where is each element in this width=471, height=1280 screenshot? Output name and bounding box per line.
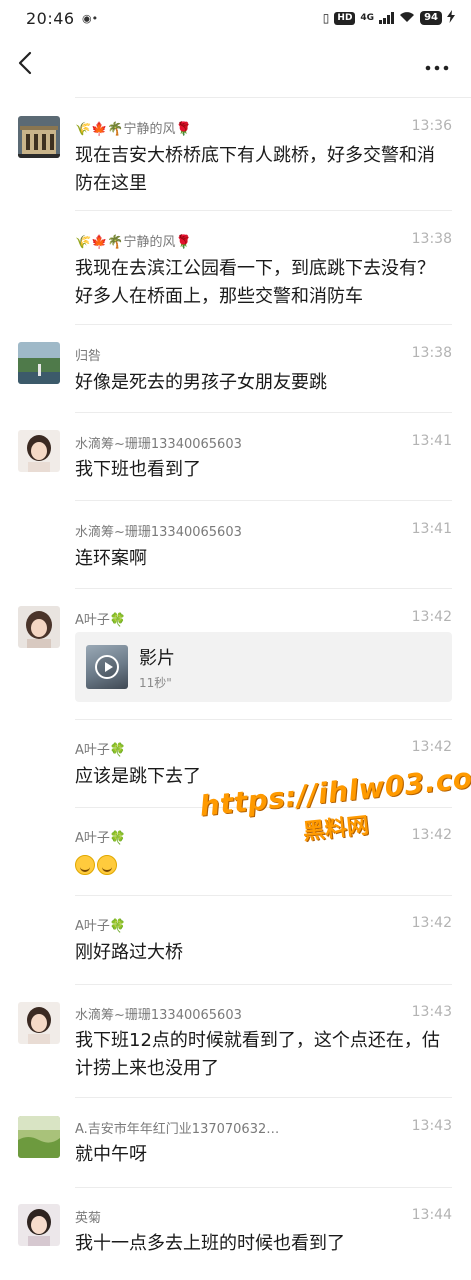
notification-icons: ◉•	[82, 12, 99, 25]
status-bar: 20:46 ◉• ▯ HD 4G 94	[0, 0, 471, 36]
commenter-name[interactable]: 水滴筹~珊珊13340065603	[75, 433, 242, 452]
status-right-group: ▯ HD 4G 94	[323, 10, 455, 26]
commenter-name[interactable]: 🌾🍁🌴宁静的风🌹	[75, 118, 192, 137]
commenter-name[interactable]: 归咎	[75, 345, 101, 364]
comment-time: 13:38	[411, 345, 452, 361]
avatar[interactable]	[18, 1204, 60, 1246]
comment-item[interactable]: 水滴筹~珊珊13340065603 13:41 我下班也看到了	[0, 413, 471, 501]
status-time: 20:46	[26, 9, 75, 28]
comment-time: 13:44	[411, 1207, 452, 1223]
commenter-name[interactable]: A叶子🍀	[75, 739, 126, 758]
comment-item[interactable]: 英菊 13:44 我十一点多去上班的时候也看到了	[0, 1188, 471, 1280]
video-thumbnail[interactable]	[86, 645, 128, 689]
video-duration: 11秒"	[139, 676, 172, 690]
comment-item[interactable]: A.吉安市年年红门业137070632… 13:43 就中午呀	[0, 1099, 471, 1188]
comment-time: 13:43	[411, 1118, 452, 1134]
comment-time: 13:42	[411, 915, 452, 931]
chevron-left-icon	[18, 51, 32, 79]
avatar[interactable]	[18, 116, 60, 158]
video-title: 影片	[139, 648, 175, 669]
charging-icon	[447, 10, 455, 26]
commenter-name[interactable]: A叶子🍀	[75, 609, 126, 628]
battery-badge: 94	[420, 11, 442, 25]
wifi-icon	[399, 11, 415, 26]
video-attachment[interactable]: 影片 11秒"	[75, 632, 452, 702]
comment-time: 13:42	[411, 609, 452, 625]
commenter-name[interactable]: 水滴筹~珊珊13340065603	[75, 1004, 242, 1023]
signal-icon	[379, 12, 395, 24]
vibrate-icon: ▯	[322, 11, 330, 25]
comment-text: 我下班12点的时候就看到了，这个点还在，估计捞上来也没用了	[75, 1030, 440, 1079]
comment-time: 13:42	[411, 739, 452, 755]
comment-text: 我下班也看到了	[75, 459, 201, 480]
avatar[interactable]	[18, 1002, 60, 1044]
commenter-name[interactable]: 英菊	[75, 1207, 101, 1226]
commenter-name[interactable]: A.吉安市年年红门业137070632…	[75, 1118, 279, 1137]
comment-text: 现在吉安大桥桥底下有人跳桥，好多交警和消防在这里	[75, 145, 435, 194]
comment-time: 13:43	[411, 1004, 452, 1020]
back-button[interactable]	[10, 48, 40, 82]
comment-item[interactable]: 归咎 13:38 好像是死去的男孩子女朋友要跳	[0, 325, 471, 413]
comment-text: 我十一点多去上班的时候也看到了	[75, 1233, 345, 1254]
play-icon	[95, 655, 119, 679]
divider	[75, 210, 452, 211]
comment-time: 13:36	[411, 118, 452, 134]
divider	[75, 1097, 452, 1098]
comment-item[interactable]: 水滴筹~珊珊13340065603 13:41 连环案啊	[0, 501, 471, 589]
avatar[interactable]	[18, 342, 60, 384]
commenter-name[interactable]: 水滴筹~珊珊13340065603	[75, 521, 242, 540]
nav-bar	[0, 36, 471, 96]
network-label: 4G	[360, 13, 375, 23]
comment-item[interactable]: 🌾🍁🌴宁静的风🌹 13:38 我现在去滨江公园看一下，到底跳下去没有？好多人在桥…	[0, 212, 471, 325]
comment-item[interactable]: A叶子🍀 13:42 刚好路过大桥	[0, 896, 471, 985]
hd-badge: HD	[334, 11, 356, 25]
comment-text: 好像是死去的男孩子女朋友要跳	[75, 372, 327, 393]
comment-text: 就中午呀	[75, 1144, 147, 1165]
comment-text: 连环案啊	[75, 548, 147, 569]
commenter-name[interactable]: 🌾🍁🌴宁静的风🌹	[75, 231, 192, 250]
commenter-name[interactable]: A叶子🍀	[75, 915, 126, 934]
laughing-crying-emoji-icon	[75, 854, 119, 875]
more-dots-icon	[425, 56, 449, 75]
comment-item[interactable]: A叶子🍀 13:42 影片 11秒"	[0, 589, 471, 720]
avatar[interactable]	[18, 606, 60, 648]
comment-item[interactable]: 🌾🍁🌴宁静的风🌹 13:36 现在吉安大桥桥底下有人跳桥，好多交警和消防在这里	[0, 98, 471, 211]
comment-text: 我现在去滨江公园看一下，到底跳下去没有？好多人在桥面上，那些交警和消防车	[75, 258, 435, 307]
comment-time: 13:38	[411, 231, 452, 247]
avatar[interactable]	[18, 1116, 60, 1158]
comment-item[interactable]: 水滴筹~珊珊13340065603 13:43 我下班12点的时候就看到了，这个…	[0, 985, 471, 1098]
commenter-name[interactable]: A叶子🍀	[75, 827, 126, 846]
more-button[interactable]	[419, 48, 455, 82]
comment-time: 13:41	[411, 433, 452, 449]
avatar[interactable]	[18, 430, 60, 472]
comment-text: 刚好路过大桥	[75, 942, 183, 963]
comment-time: 13:41	[411, 521, 452, 537]
